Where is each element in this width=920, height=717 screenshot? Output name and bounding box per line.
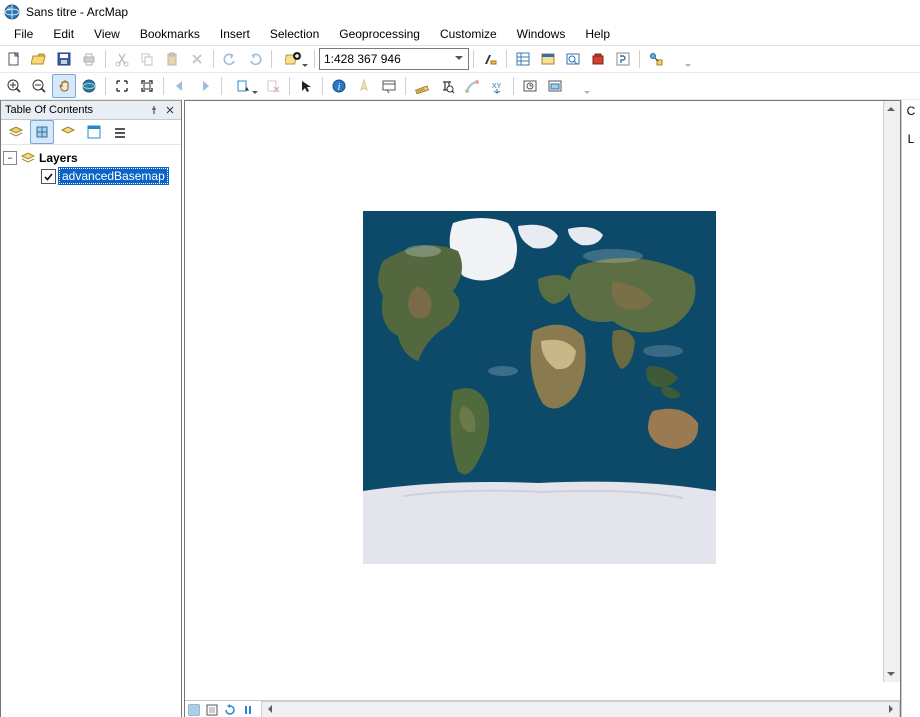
catalog-button[interactable] <box>536 47 560 71</box>
viewer-window-button[interactable] <box>543 74 567 98</box>
measure-button[interactable] <box>410 74 434 98</box>
cut-button[interactable] <box>110 47 134 71</box>
add-data-button[interactable] <box>276 47 310 71</box>
layer-visibility-checkbox[interactable] <box>41 169 56 184</box>
table-of-contents-panel: Table Of Contents − Layers advancedBasem… <box>0 100 182 717</box>
clear-selection-button[interactable] <box>261 74 285 98</box>
app-icon <box>4 4 20 20</box>
refresh-button[interactable] <box>222 702 238 717</box>
print-button[interactable] <box>77 47 101 71</box>
find-button[interactable] <box>435 74 459 98</box>
hyperlink-button[interactable] <box>352 74 376 98</box>
fixed-zoom-out-button[interactable] <box>135 74 159 98</box>
layer-label[interactable]: advancedBasemap <box>59 168 168 184</box>
map-footer <box>185 700 900 717</box>
standard-toolbar <box>0 46 920 73</box>
toc-options-button[interactable] <box>108 120 132 144</box>
select-elements-button[interactable] <box>294 74 318 98</box>
toc-toolbar <box>1 120 181 145</box>
menu-help[interactable]: Help <box>575 24 620 44</box>
right-tab-1[interactable]: L <box>908 132 915 146</box>
time-slider-button[interactable] <box>518 74 542 98</box>
scroll-down-icon[interactable] <box>884 666 898 682</box>
model-builder-button[interactable] <box>644 47 668 71</box>
pan-button[interactable] <box>52 74 76 98</box>
scroll-left-icon[interactable] <box>262 702 278 716</box>
html-popup-button[interactable] <box>377 74 401 98</box>
zoom-out-button[interactable] <box>27 74 51 98</box>
scale-input[interactable] <box>319 48 469 70</box>
collapse-icon[interactable]: − <box>3 151 17 165</box>
menu-view[interactable]: View <box>84 24 130 44</box>
layers-root-row[interactable]: − Layers <box>3 149 179 167</box>
menu-windows[interactable]: Windows <box>507 24 576 44</box>
save-button[interactable] <box>52 47 76 71</box>
title-bar: Sans titre - ArcMap <box>0 0 920 23</box>
menu-selection[interactable]: Selection <box>260 24 329 44</box>
map-pane <box>184 100 901 717</box>
menu-insert[interactable]: Insert <box>210 24 260 44</box>
window-title: Sans titre - ArcMap <box>26 5 128 19</box>
menu-edit[interactable]: Edit <box>43 24 84 44</box>
list-by-visibility-button[interactable] <box>56 120 80 144</box>
back-button[interactable] <box>168 74 192 98</box>
open-button[interactable] <box>27 47 51 71</box>
paste-button[interactable] <box>160 47 184 71</box>
map-canvas[interactable] <box>185 101 900 700</box>
search-button[interactable] <box>561 47 585 71</box>
delete-button[interactable] <box>185 47 209 71</box>
python-button[interactable] <box>611 47 635 71</box>
pause-drawing-button[interactable] <box>240 702 256 717</box>
go-to-xy-button[interactable]: XY <box>485 74 509 98</box>
menu-customize[interactable]: Customize <box>430 24 507 44</box>
new-button[interactable] <box>2 47 26 71</box>
toolbar-options-icon[interactable] <box>669 47 693 71</box>
list-by-selection-button[interactable] <box>82 120 106 144</box>
copy-button[interactable] <box>135 47 159 71</box>
find-route-button[interactable] <box>460 74 484 98</box>
layer-row[interactable]: advancedBasemap <box>3 167 179 185</box>
editor-toolbar-button[interactable] <box>478 47 502 71</box>
menu-geoprocessing[interactable]: Geoprocessing <box>329 24 430 44</box>
redo-button[interactable] <box>243 47 267 71</box>
right-dock-tabs: C L <box>901 100 920 717</box>
workspace: Table Of Contents − Layers advancedBasem… <box>0 100 920 717</box>
list-by-source-button[interactable] <box>30 120 54 144</box>
toc-title: Table Of Contents <box>5 104 93 116</box>
menu-bar: File Edit View Bookmarks Insert Selectio… <box>0 23 920 46</box>
fixed-zoom-in-button[interactable] <box>110 74 134 98</box>
layers-icon <box>20 151 36 165</box>
full-extent-button[interactable] <box>77 74 101 98</box>
svg-text:i: i <box>338 82 341 93</box>
menu-file[interactable]: File <box>4 24 43 44</box>
tools-toolbar: i XY <box>0 73 920 100</box>
arc-toolbox-button[interactable] <box>586 47 610 71</box>
svg-text:XY: XY <box>492 83 502 90</box>
menu-bookmarks[interactable]: Bookmarks <box>130 24 210 44</box>
scroll-up-icon[interactable] <box>884 101 898 117</box>
table-of-contents-button[interactable] <box>511 47 535 71</box>
pin-icon[interactable] <box>147 103 161 117</box>
close-icon[interactable] <box>163 103 177 117</box>
tools-options-icon[interactable] <box>568 74 592 98</box>
toc-header: Table Of Contents <box>1 101 181 120</box>
toc-tree: − Layers advancedBasemap <box>1 145 181 717</box>
forward-button[interactable] <box>193 74 217 98</box>
layout-view-button[interactable] <box>204 702 220 717</box>
identify-button[interactable]: i <box>327 74 351 98</box>
layers-label: Layers <box>39 151 78 165</box>
basemap-image <box>363 211 716 564</box>
right-tab-0[interactable]: C <box>907 104 916 118</box>
select-features-button[interactable] <box>226 74 260 98</box>
scroll-right-icon[interactable] <box>883 702 899 716</box>
horizontal-scrollbar[interactable] <box>261 701 900 717</box>
undo-button[interactable] <box>218 47 242 71</box>
list-by-drawing-order-button[interactable] <box>4 120 28 144</box>
data-view-button[interactable] <box>186 702 202 717</box>
zoom-in-button[interactable] <box>2 74 26 98</box>
vertical-scrollbar[interactable] <box>883 101 900 682</box>
